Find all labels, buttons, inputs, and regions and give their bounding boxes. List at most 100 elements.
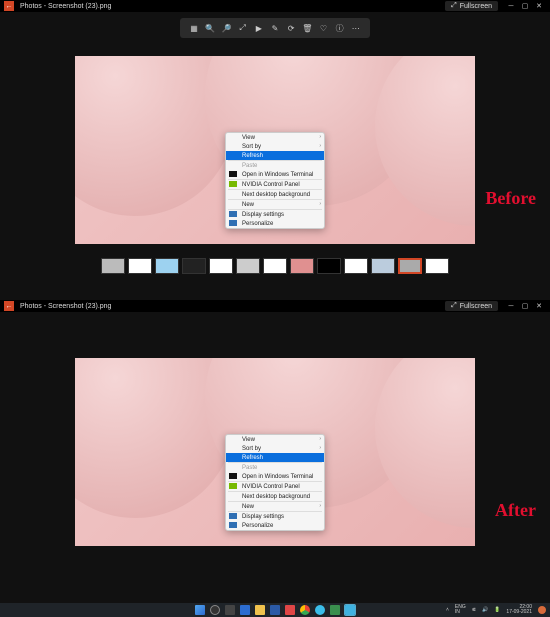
close-button[interactable]: ✕ <box>532 1 546 11</box>
filmstrip-thumb[interactable] <box>263 258 287 274</box>
tray-lang[interactable]: ENG IN <box>455 605 466 615</box>
ctx-next-bg[interactable]: Next desktop background <box>226 492 324 501</box>
ctx-sortby[interactable]: Sort by› <box>226 142 324 151</box>
nvidia-icon <box>229 181 237 187</box>
ctx-nvidia[interactable]: NVIDIA Control Panel <box>226 180 324 189</box>
ctx-display-settings[interactable]: Display settings <box>226 210 324 219</box>
filmstrip-thumb[interactable] <box>290 258 314 274</box>
image-canvas: View› Sort by› Refresh Paste Open in Win… <box>75 358 475 546</box>
info-icon[interactable]: ⓘ <box>334 22 346 34</box>
filmstrip-thumb[interactable] <box>344 258 368 274</box>
ctx-refresh[interactable]: Refresh <box>226 453 324 462</box>
photos-window-after: Photos - Screenshot (23).png ⤢ Fullscree… <box>0 300 550 617</box>
app-icon[interactable] <box>315 605 325 615</box>
terminal-icon <box>229 171 237 177</box>
taskbar: ˄ ENG IN ⋐ 🔊 🔋 22:00 17-09-2021 <box>0 603 550 617</box>
filmstrip-thumb[interactable] <box>425 258 449 274</box>
favorite-icon[interactable]: ♡ <box>317 22 329 34</box>
minimize-button[interactable]: ─ <box>504 301 518 311</box>
delete-icon[interactable]: 🗑 <box>301 22 313 34</box>
ctx-new[interactable]: New› <box>226 502 324 511</box>
slideshow-icon[interactable]: ▶ <box>253 22 265 34</box>
more-icon[interactable]: ⋯ <box>350 22 362 34</box>
app-icon[interactable] <box>285 605 295 615</box>
filmstrip-thumb[interactable] <box>398 258 422 274</box>
ctx-personalize[interactable]: Personalize <box>226 219 324 228</box>
zoom-in-icon[interactable]: 🔍 <box>204 22 216 34</box>
ctx-sortby[interactable]: Sort by› <box>226 444 324 453</box>
annotation-after: After <box>495 500 536 521</box>
annotation-before: Before <box>485 188 536 209</box>
ctx-paste: Paste <box>226 463 324 472</box>
window-title: Photos - Screenshot (23).png <box>20 3 445 10</box>
close-button[interactable]: ✕ <box>532 301 546 311</box>
store-icon[interactable] <box>270 605 280 615</box>
search-icon[interactable] <box>210 605 220 615</box>
ctx-view[interactable]: View› <box>226 435 324 444</box>
chrome-icon[interactable] <box>300 605 310 615</box>
filmstrip-thumb[interactable] <box>182 258 206 274</box>
filmstrip-thumb[interactable] <box>371 258 395 274</box>
ctx-next-bg[interactable]: Next desktop background <box>226 190 324 199</box>
explorer-icon[interactable] <box>255 605 265 615</box>
ctx-new[interactable]: New› <box>226 200 324 209</box>
desktop-context-menu: View› Sort by› Refresh Paste Open in Win… <box>225 132 325 229</box>
chevron-right-icon: › <box>319 143 321 149</box>
blank-area <box>0 552 550 603</box>
personalize-icon <box>229 220 237 226</box>
notification-icon[interactable] <box>538 606 546 614</box>
compare-icon[interactable]: ▦ <box>188 22 200 34</box>
widgets-icon[interactable] <box>240 605 250 615</box>
display-icon <box>229 211 237 217</box>
photos-icon[interactable] <box>345 605 355 615</box>
taskview-icon[interactable] <box>225 605 235 615</box>
chevron-right-icon: › <box>319 436 321 442</box>
chevron-right-icon: › <box>319 134 321 140</box>
image-canvas: View› Sort by› Refresh Paste Open in Win… <box>75 56 475 244</box>
fullscreen-button[interactable]: ⤢ Fullscreen <box>445 1 498 11</box>
fullscreen-icon: ⤢ <box>451 2 457 10</box>
filmstrip-thumb[interactable] <box>155 258 179 274</box>
ctx-nvidia[interactable]: NVIDIA Control Panel <box>226 482 324 491</box>
desktop-context-menu: View› Sort by› Refresh Paste Open in Win… <box>225 434 325 531</box>
filmstrip-thumb[interactable] <box>101 258 125 274</box>
ctx-personalize[interactable]: Personalize <box>226 521 324 530</box>
maximize-button[interactable]: ▢ <box>518 301 532 311</box>
ctx-refresh[interactable]: Refresh <box>226 151 324 160</box>
ctx-display-settings[interactable]: Display settings <box>226 512 324 521</box>
start-button[interactable] <box>195 605 205 615</box>
photos-window-before: Photos - Screenshot (23).png ⤢ Fullscree… <box>0 0 550 300</box>
zoom-fit-icon[interactable]: ⤢ <box>237 22 249 34</box>
chevron-right-icon: › <box>319 503 321 509</box>
filmstrip-thumb[interactable] <box>236 258 260 274</box>
volume-icon[interactable]: 🔊 <box>482 607 488 613</box>
filmstrip-thumb[interactable] <box>128 258 152 274</box>
filmstrip-thumb[interactable] <box>317 258 341 274</box>
battery-icon[interactable]: 🔋 <box>494 607 500 613</box>
nvidia-icon <box>229 483 237 489</box>
wifi-icon[interactable]: ⋐ <box>472 607 476 613</box>
rotate-icon[interactable]: ⟳ <box>285 22 297 34</box>
titlebar: Photos - Screenshot (23).png ⤢ Fullscree… <box>0 300 550 312</box>
ctx-open-terminal[interactable]: Open in Windows Terminal <box>226 170 324 179</box>
tray-chevron-icon[interactable]: ˄ <box>446 607 449 613</box>
glass-icon[interactable] <box>330 605 340 615</box>
display-icon <box>229 513 237 519</box>
system-tray: ˄ ENG IN ⋐ 🔊 🔋 22:00 17-09-2021 <box>446 605 546 616</box>
back-button[interactable] <box>4 1 14 11</box>
ctx-open-terminal[interactable]: Open in Windows Terminal <box>226 472 324 481</box>
maximize-button[interactable]: ▢ <box>518 1 532 11</box>
filmstrip-thumb[interactable] <box>209 258 233 274</box>
ctx-paste: Paste <box>226 161 324 170</box>
minimize-button[interactable]: ─ <box>504 1 518 11</box>
terminal-icon <box>229 473 237 479</box>
back-button[interactable] <box>4 301 14 311</box>
personalize-icon <box>229 522 237 528</box>
ctx-view[interactable]: View› <box>226 133 324 142</box>
edit-icon[interactable]: ✎ <box>269 22 281 34</box>
titlebar: Photos - Screenshot (23).png ⤢ Fullscree… <box>0 0 550 12</box>
chevron-right-icon: › <box>319 201 321 207</box>
fullscreen-button[interactable]: ⤢ Fullscreen <box>445 301 498 311</box>
tray-clock[interactable]: 22:00 17-09-2021 <box>506 605 532 616</box>
zoom-out-icon[interactable]: 🔎 <box>220 22 232 34</box>
